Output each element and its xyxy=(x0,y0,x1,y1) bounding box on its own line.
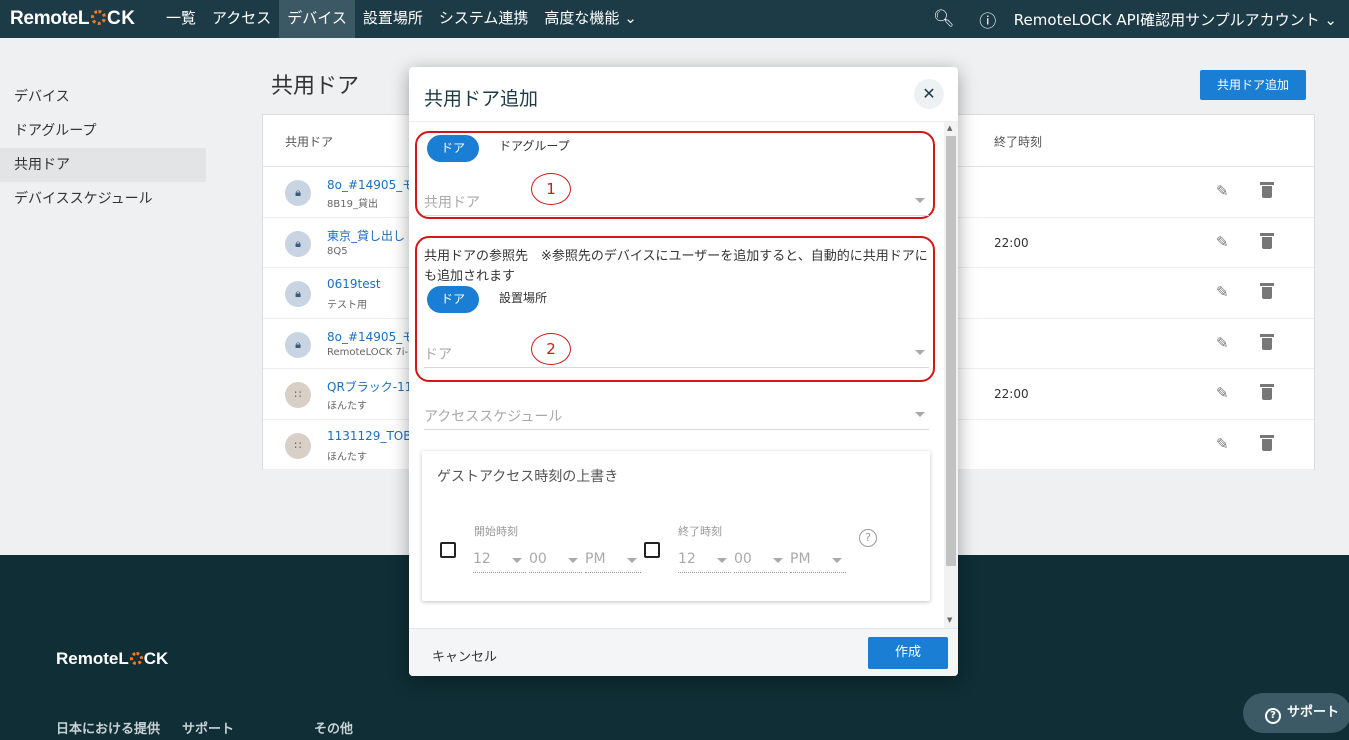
end-minute-select[interactable]: 00 xyxy=(734,551,787,573)
guest-access-override-card: ゲストアクセス時刻の上書き 開始時刻 12 00 PM 終了時刻 12 00 P… xyxy=(422,451,930,601)
scroll-down-arrow-icon[interactable]: ▼ xyxy=(947,616,952,624)
dropdown-caret-icon xyxy=(915,350,925,355)
dialog-scrollbar[interactable]: ▲ ▼ xyxy=(944,122,958,628)
tab-door[interactable]: ドア xyxy=(427,135,480,162)
create-button[interactable]: 作成 xyxy=(868,637,948,669)
scrollbar-thumb[interactable] xyxy=(946,136,956,566)
tab-ref-door[interactable]: ドア xyxy=(427,286,480,313)
start-time-label: 開始時刻 xyxy=(474,525,518,538)
dialog-header: 共用ドア追加 ✕ xyxy=(409,67,958,122)
end-time-checkbox[interactable] xyxy=(644,542,660,558)
cancel-button[interactable]: キャンセル xyxy=(432,646,497,665)
access-schedule-select[interactable]: アクセススケジュール xyxy=(424,406,929,430)
start-ampm-select[interactable]: PM xyxy=(585,551,641,573)
close-icon[interactable]: ✕ xyxy=(914,79,944,109)
dialog-body: ドア ドアグループ 1 共用ドア 共用ドアの参照先 ※参照先のデバイスにユーザー… xyxy=(409,122,958,628)
help-icon[interactable]: ? xyxy=(859,529,877,547)
shared-door-select[interactable]: 共用ドア xyxy=(424,192,929,216)
reference-door-select[interactable]: ドア xyxy=(424,344,929,368)
start-minute-select[interactable]: 00 xyxy=(529,551,582,573)
reference-target-label: 共用ドアの参照先 ※参照先のデバイスにユーザーを追加すると、自動的に共用ドアにも… xyxy=(424,249,928,284)
dropdown-caret-icon xyxy=(915,412,925,417)
tab-door-group[interactable]: ドアグループ xyxy=(485,133,584,160)
end-time-label: 終了時刻 xyxy=(678,525,722,538)
scroll-up-arrow-icon[interactable]: ▲ xyxy=(947,124,952,132)
dropdown-caret-icon xyxy=(915,198,925,203)
add-shared-door-dialog: 共用ドア追加 ✕ ドア ドアグループ 1 共用ドア 共用ドアの参照先 ※参照先の… xyxy=(409,67,958,676)
dialog-footer: キャンセル 作成 xyxy=(409,628,958,676)
end-ampm-select[interactable]: PM xyxy=(790,551,846,573)
end-hour-select[interactable]: 12 xyxy=(678,551,731,573)
override-title: ゲストアクセス時刻の上書き xyxy=(437,469,619,485)
start-time-checkbox[interactable] xyxy=(440,542,456,558)
start-hour-select[interactable]: 12 xyxy=(473,551,526,573)
dialog-title: 共用ドア追加 xyxy=(424,88,539,110)
tab-ref-location[interactable]: 設置場所 xyxy=(485,285,561,312)
